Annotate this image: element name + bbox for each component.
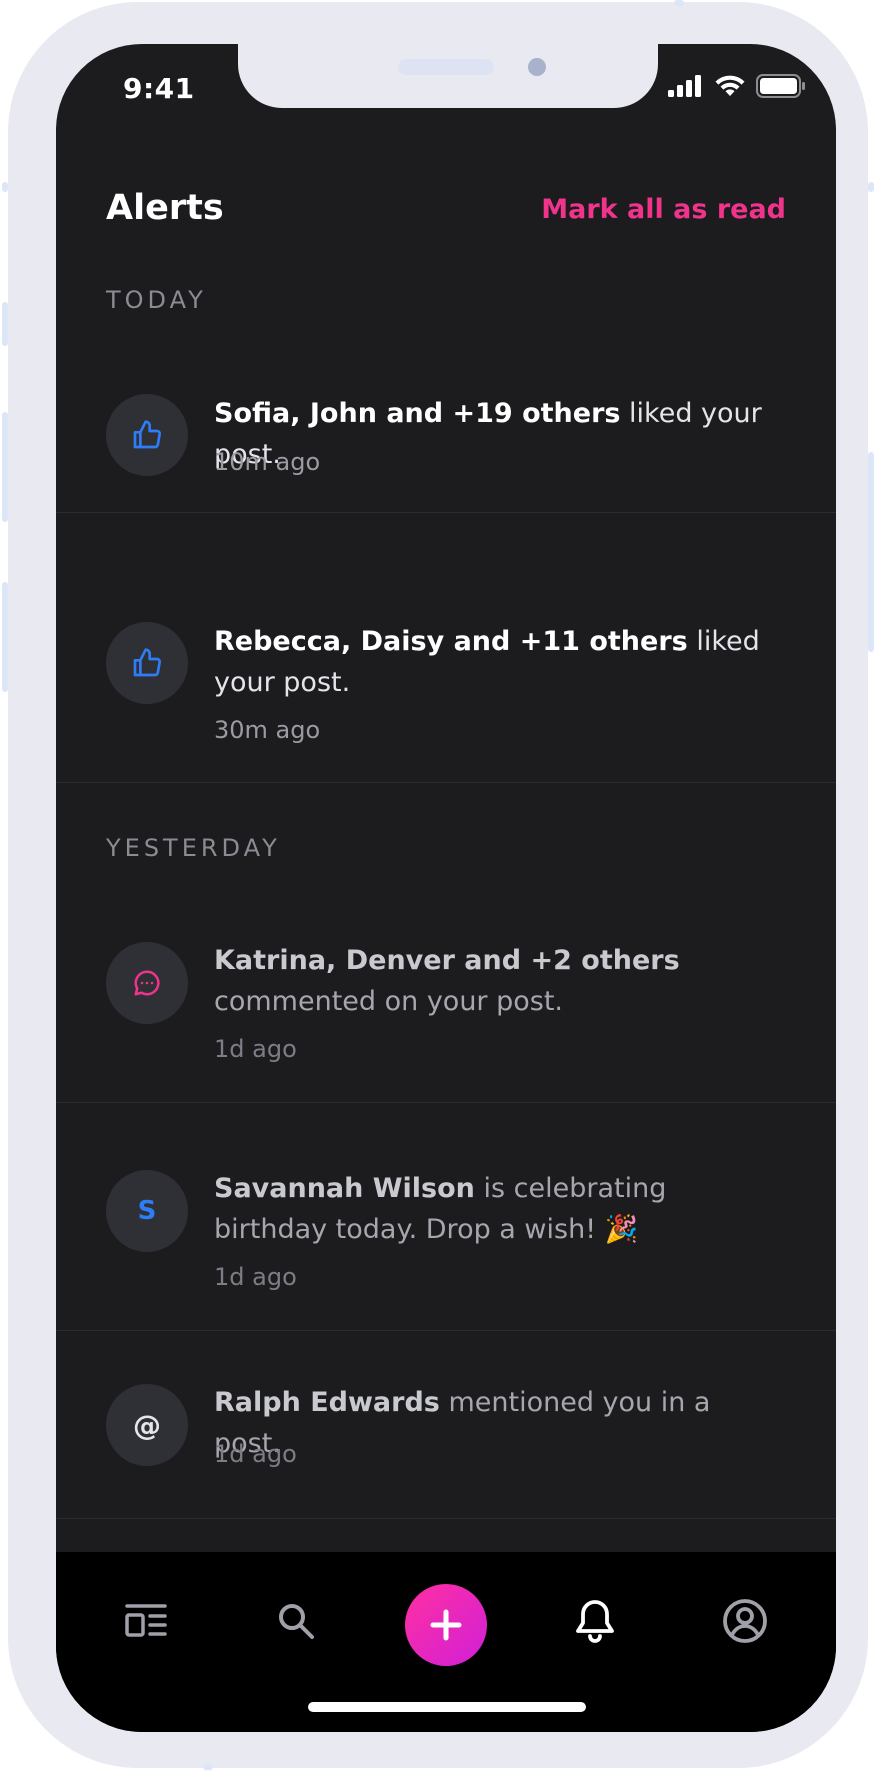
home-indicator (308, 1702, 586, 1712)
status-bar: 9:41 (56, 44, 836, 110)
notification-avatar: S (106, 1170, 188, 1252)
notification-time: 1d ago (214, 1440, 297, 1468)
feed-icon (125, 1604, 167, 1637)
volume-button (2, 412, 8, 522)
notification-item[interactable]: Sofia, John and +19 others liked your po… (56, 344, 836, 513)
tab-feed[interactable] (119, 1594, 173, 1648)
notification-time: 30m ago (214, 716, 321, 744)
mark-all-read-button[interactable]: Mark all as read (541, 194, 786, 225)
plus-icon (430, 1609, 462, 1641)
notification-text: Savannah Wilson is celebrating birthday … (214, 1168, 784, 1250)
thumbs-up-icon (133, 420, 161, 449)
wifi-icon (715, 75, 745, 96)
notification-time: 1d ago (214, 1035, 297, 1063)
section-label-yesterday: YESTERDAY (106, 834, 281, 862)
page-header: Alerts Mark all as read (56, 184, 836, 254)
notification-avatar (106, 622, 188, 704)
bell-icon (576, 1600, 614, 1643)
comment-icon (134, 970, 160, 996)
status-icons (668, 74, 806, 98)
notification-time: 10m ago (214, 448, 321, 476)
section-label-today: TODAY (106, 286, 207, 314)
screen: 9:41 Alerts Mark all as read TODAY Sofia… (56, 44, 836, 1732)
avatar-initial: S (137, 1196, 157, 1226)
profile-icon (723, 1599, 767, 1643)
battery-icon (756, 74, 805, 98)
device-edge (2, 182, 8, 192)
search-icon (279, 1604, 314, 1639)
notification-text: Rebecca, Daisy and +11 others liked your… (214, 621, 784, 703)
at-icon: @ (133, 1408, 161, 1442)
notification-item[interactable]: @ Ralph Edwards mentioned you in a post.… (56, 1330, 836, 1519)
notification-text: Katrina, Denver and +2 others commented … (214, 940, 784, 1022)
tab-profile[interactable] (718, 1594, 772, 1648)
device-edge (868, 182, 874, 192)
notification-actor: Rebecca, Daisy and +11 others (214, 626, 688, 657)
notification-avatar: @ (106, 1384, 188, 1466)
thumbs-up-icon (133, 648, 161, 677)
notification-time: 1d ago (214, 1263, 297, 1291)
notch (238, 44, 658, 108)
device-edge (203, 1764, 213, 1770)
notification-item[interactable]: S Savannah Wilson is celebrating birthda… (56, 1102, 836, 1331)
signal-icon (668, 75, 701, 97)
page-title: Alerts (106, 188, 224, 228)
phone-frame: 9:41 Alerts Mark all as read TODAY Sofia… (2, 0, 874, 1770)
volume-button (2, 582, 8, 692)
notification-actor: Ralph Edwards (214, 1387, 440, 1418)
volume-button (2, 302, 8, 346)
notification-item[interactable]: Katrina, Denver and +2 others commented … (56, 902, 836, 1103)
speaker (398, 59, 494, 75)
status-time: 9:41 (123, 72, 195, 105)
notification-text: Ralph Edwards mentioned you in a post. (214, 1382, 784, 1464)
notification-actor: Katrina, Denver and +2 others (214, 945, 680, 976)
create-post-button[interactable] (405, 1584, 487, 1666)
tab-alerts[interactable] (568, 1594, 622, 1648)
power-button (868, 452, 874, 652)
notification-avatar (106, 942, 188, 1024)
device-edge (674, 0, 684, 6)
notification-avatar (106, 394, 188, 476)
notification-item[interactable]: Rebecca, Daisy and +11 others liked your… (56, 512, 836, 783)
front-camera (528, 58, 546, 76)
notification-action: commented on your post. (214, 986, 564, 1017)
tab-search[interactable] (269, 1594, 323, 1648)
notification-actor: Sofia, John and +19 others (214, 398, 621, 429)
notification-actor: Savannah Wilson (214, 1173, 475, 1204)
